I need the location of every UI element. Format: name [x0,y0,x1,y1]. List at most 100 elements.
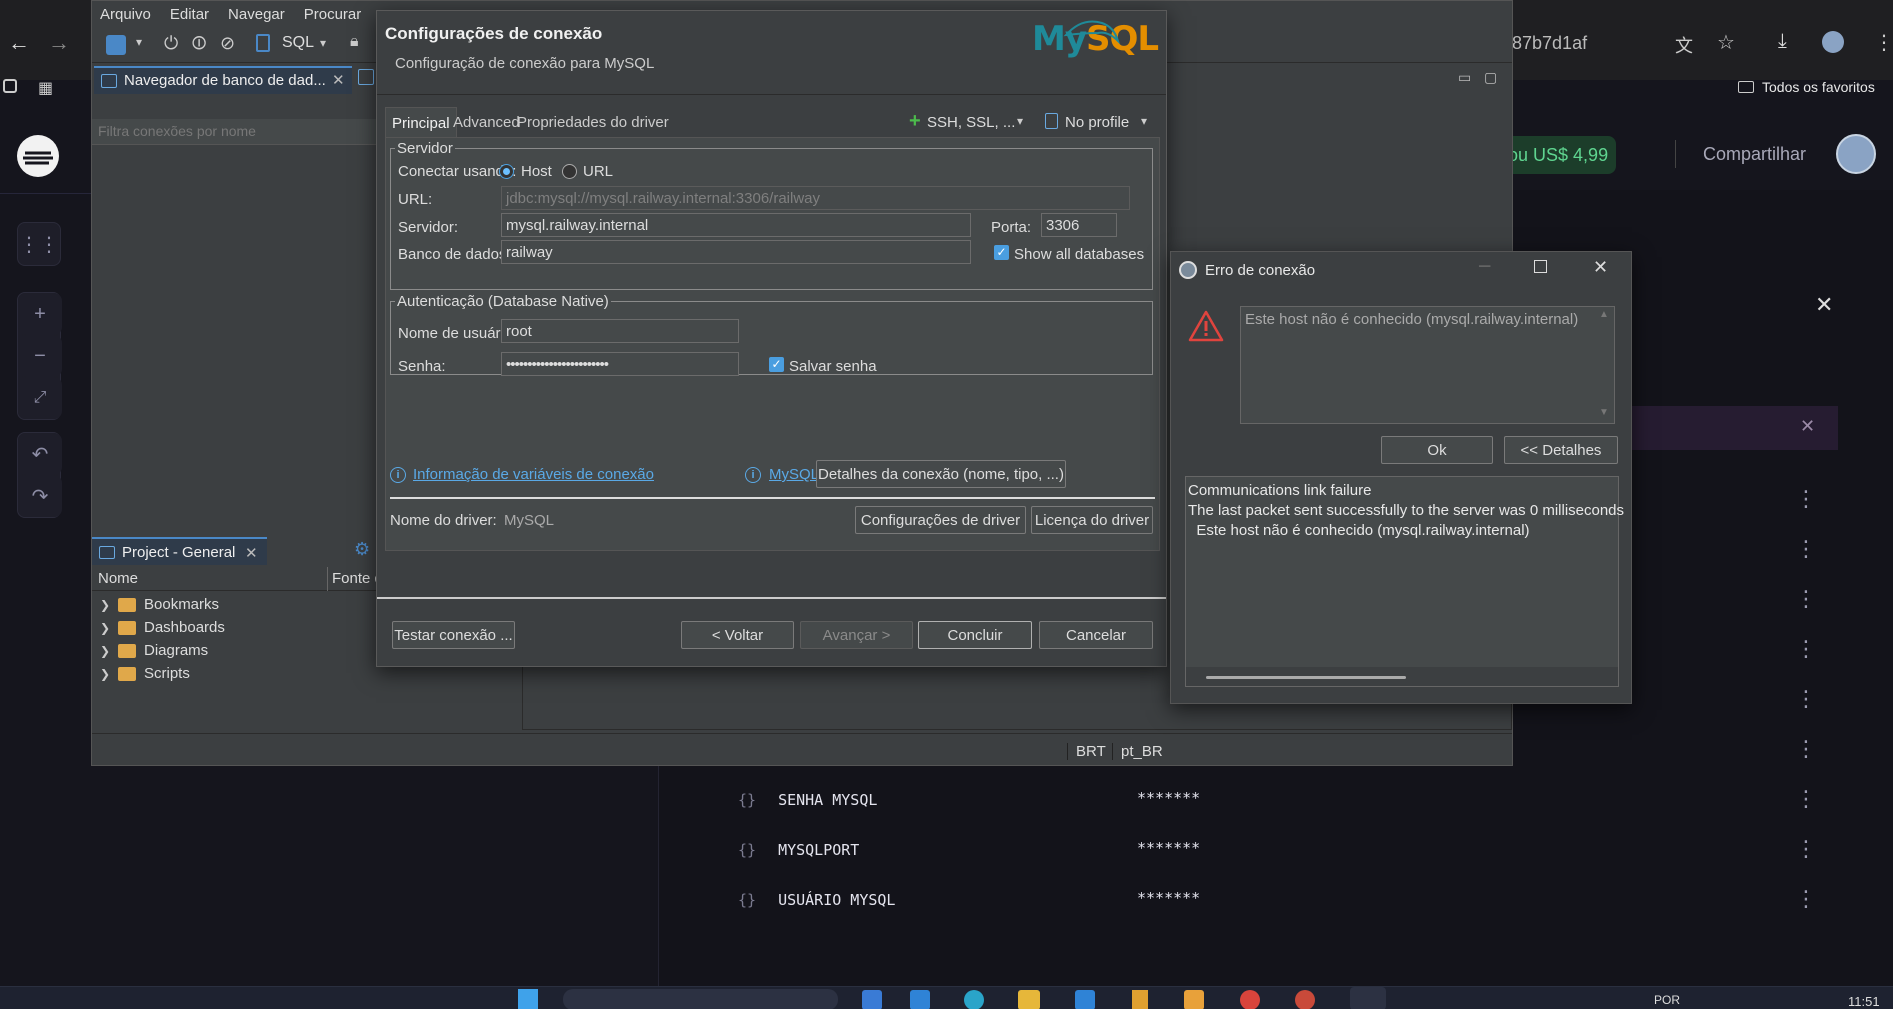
error-message-box[interactable]: Este host não é conhecido (mysql.railway… [1240,306,1615,424]
settings-gear-icon[interactable]: ⚙ [354,539,370,560]
sql-editor-icon[interactable] [256,34,270,52]
kebab-icon[interactable]: ⋮ [1795,736,1817,762]
tab-driver-properties[interactable]: Propriedades do driver [511,107,675,137]
url-radio-label[interactable]: URL [583,163,613,180]
ok-button[interactable]: Ok [1381,436,1493,464]
forward-icon[interactable]: → [48,30,70,56]
tab-principal[interactable]: Principal [385,107,457,137]
close-icon[interactable]: ✕ [1815,292,1833,318]
profile-select[interactable]: No profile [1065,114,1129,131]
show-all-databases-label[interactable]: Show all databases [1014,246,1144,263]
variable-row[interactable]: {} SENHA MYSQL [738,791,877,809]
download-icon[interactable]: ⤓ [1778,30,1787,53]
variable-row[interactable]: {} USUÁRIO MYSQL [738,891,895,909]
variable-row[interactable]: {} MYSQLPORT [738,841,859,859]
chevron-right-icon[interactable]: ❯ [100,598,118,612]
close-icon[interactable]: ✕ [1593,257,1608,278]
profile-avatar[interactable] [1822,31,1844,53]
windows-start-icon[interactable] [518,989,538,1009]
sql-button[interactable]: SQL [282,34,314,52]
chevron-down-icon[interactable]: ▾ [320,36,326,50]
app-icon[interactable] [1184,990,1204,1009]
invalidate-icon[interactable]: ⊘ [220,33,235,54]
kebab-icon[interactable]: ⋮ [1795,486,1817,512]
kebab-icon[interactable]: ⋮ [1795,636,1817,662]
explorer-icon[interactable] [1018,990,1040,1009]
plus-icon[interactable]: + [909,110,921,133]
app-icon[interactable] [1132,990,1148,1009]
user-avatar[interactable] [1836,134,1876,174]
scroll-up-icon[interactable]: ▲ [1599,309,1609,320]
status-timezone[interactable]: BRT [1067,743,1106,760]
database-input[interactable]: railway [501,240,971,264]
kebab-icon[interactable]: ⋮ [1795,536,1817,562]
new-connection-icon[interactable] [106,35,126,55]
url-radio[interactable] [562,164,577,179]
fit-view-icon[interactable]: ⤢ [18,377,62,419]
test-connection-button[interactable]: Testar conexão ... [392,621,515,649]
menu-navegar[interactable]: Navegar [228,1,294,27]
driver-settings-button[interactable]: Configurações de driver [855,506,1026,534]
password-input[interactable]: •••••••••••••••••••••••• [501,352,739,376]
edge-icon[interactable] [964,990,984,1009]
store-icon[interactable] [1075,990,1095,1009]
bookmarks-all-label[interactable]: Todos os favoritos [1762,79,1875,95]
mysql-link[interactable]: MySQL [769,466,819,483]
column-divider[interactable] [327,567,328,591]
next-button[interactable]: Avançar > [800,621,913,649]
host-radio-label[interactable]: Host [521,163,552,180]
undo-icon[interactable]: ↶ [18,433,62,475]
menu-procurar[interactable]: Procurar [304,1,371,27]
back-icon[interactable]: ← [8,30,30,56]
menu-arquivo[interactable]: Arquivo [100,1,160,27]
column-name[interactable]: Nome [98,570,138,587]
zoom-in-icon[interactable]: + [18,293,62,335]
apps-grid-icon[interactable]: ▦ [38,78,53,98]
disconnect-icon[interactable]: ⏼ [192,33,206,54]
save-password-label[interactable]: Salvar senha [789,358,877,375]
redo-icon[interactable]: ↷ [18,475,62,517]
menu-editar[interactable]: Editar [170,1,218,27]
maximize-icon[interactable]: ▢ [1484,69,1497,86]
kebab-icon[interactable]: ⋮ [1795,886,1817,912]
url-input[interactable]: jdbc:mysql://mysql.railway.internal:3306… [501,186,1130,210]
kebab-icon[interactable]: ⋮ [1795,686,1817,712]
username-input[interactable]: root [501,319,739,343]
url-tail[interactable]: 87b7d1af [1512,33,1587,54]
grid-icon[interactable]: ⋮⋮ [17,222,61,266]
minimize-icon[interactable]: ▭ [1458,69,1471,86]
minimize-icon[interactable]: ─ [1479,258,1490,276]
host-radio[interactable] [499,164,514,179]
tab-icon[interactable] [3,79,17,93]
close-icon[interactable]: ✕ [1800,416,1815,437]
status-locale[interactable]: pt_BR [1112,743,1163,760]
taskbar-search[interactable] [563,989,838,1009]
railway-logo[interactable] [17,135,59,177]
lock-icon[interactable]: 🔒︎ [350,33,359,51]
chevron-right-icon[interactable]: ❯ [100,667,118,681]
translate-icon[interactable]: 文 [1675,32,1693,58]
server-host-input[interactable]: mysql.railway.internal [501,213,971,237]
connection-details-button[interactable]: Detalhes da conexão (nome, tipo, ...) [816,460,1066,488]
star-icon[interactable]: ☆ [1717,30,1735,55]
vscode-icon[interactable] [910,990,930,1009]
kebab-icon[interactable]: ⋮ [1795,836,1817,862]
scrollbar-thumb[interactable] [1206,676,1406,679]
details-toggle-button[interactable]: << Detalhes [1504,436,1618,464]
close-icon[interactable]: ✕ [332,71,345,89]
port-input[interactable]: 3306 [1041,213,1117,237]
dbeaver-taskbar-icon[interactable] [1350,987,1386,1009]
chevron-down-icon[interactable]: ▾ [1017,114,1023,128]
connect-icon[interactable]: ⏻ [164,33,178,54]
chevron-right-icon[interactable]: ❯ [100,644,118,658]
error-details-box[interactable]: Communications link failure The last pac… [1185,476,1624,687]
tab-project-general[interactable]: Project - General ✕ [92,537,267,565]
maximize-icon[interactable] [1534,260,1547,273]
cancel-button[interactable]: Cancelar [1039,621,1153,649]
chrome-icon[interactable] [1240,990,1260,1009]
chevron-down-icon[interactable]: ▾ [1141,114,1147,128]
chevron-right-icon[interactable]: ❯ [100,621,118,635]
close-icon[interactable]: ✕ [245,544,258,562]
projects-tab-icon[interactable] [358,69,374,85]
app-icon[interactable] [1295,990,1315,1009]
